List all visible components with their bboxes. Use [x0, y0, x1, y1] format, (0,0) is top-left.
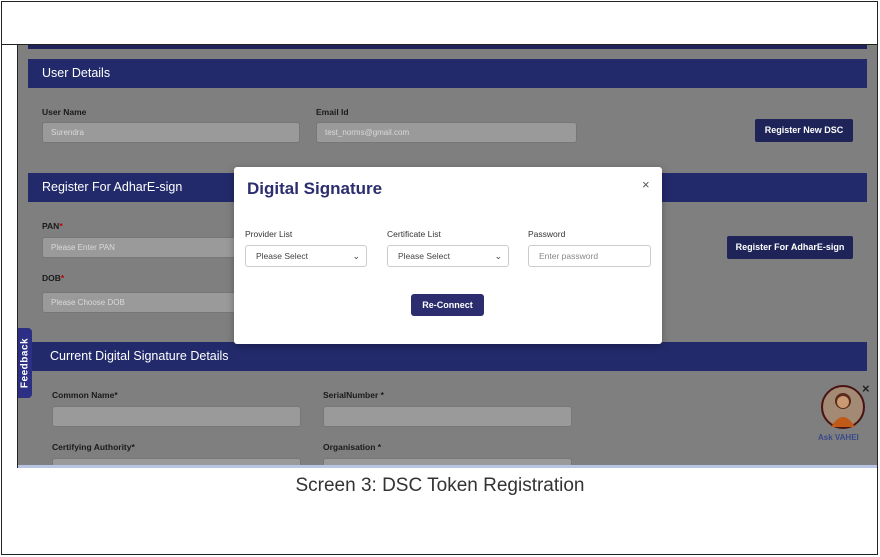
- register-adhar-esign-button[interactable]: Register For AdharE-sign: [727, 236, 853, 259]
- provider-list-label: Provider List: [245, 229, 293, 239]
- register-new-dsc-button[interactable]: Register New DSC: [755, 119, 853, 142]
- current-dsc-header: Current Digital Signature Details: [28, 342, 867, 371]
- email-label: Email Id: [316, 107, 349, 117]
- current-dsc-section: Current Digital Signature Details: [28, 342, 867, 371]
- email-field[interactable]: test_norms@gmail.com: [316, 122, 577, 143]
- dob-label: DOB*: [42, 273, 65, 283]
- common-name-field[interactable]: [52, 406, 301, 427]
- organisation-label: Organisation *: [323, 442, 382, 452]
- username-field[interactable]: Surendra: [42, 122, 300, 143]
- ask-vahei-widget[interactable]: × Ask VAHEI: [816, 381, 872, 455]
- close-icon[interactable]: ×: [642, 177, 650, 192]
- modal-title: Digital Signature: [247, 179, 383, 198]
- provider-list-value: Please Select: [256, 251, 308, 261]
- reconnect-button[interactable]: Re-Connect: [411, 294, 484, 316]
- ask-vahei-label: Ask VAHEI: [818, 433, 859, 442]
- username-label: User Name: [42, 107, 87, 117]
- top-navbar-edge: [28, 45, 867, 49]
- common-name-label: Common Name*: [52, 390, 118, 400]
- chevron-down-icon: ⌄: [494, 251, 502, 261]
- assistant-avatar-icon: [831, 393, 855, 427]
- user-details-header: User Details: [28, 59, 867, 88]
- screenshot-bottom-strip: [18, 465, 877, 468]
- password-label: Password: [528, 229, 566, 239]
- certifying-authority-label: Certifying Authority*: [52, 442, 135, 452]
- vahei-close-icon[interactable]: ×: [862, 381, 870, 396]
- pan-input[interactable]: Please Enter PAN: [42, 237, 242, 258]
- dob-input[interactable]: Please Choose DOB: [42, 292, 242, 313]
- certificate-list-select[interactable]: Please Select ⌄: [387, 245, 509, 267]
- digital-signature-modal: Digital Signature × Provider List Please…: [234, 167, 662, 344]
- serial-number-field[interactable]: [323, 406, 572, 427]
- chevron-down-icon: ⌄: [352, 251, 360, 261]
- figure-caption: Screen 3: DSC Token Registration: [295, 475, 585, 496]
- feedback-label: Feedback: [19, 337, 31, 389]
- provider-list-select[interactable]: Please Select ⌄: [245, 245, 367, 267]
- certificate-list-value: Please Select: [398, 251, 450, 261]
- screenshot-area: User Details User Name Surendra Email Id…: [18, 45, 877, 468]
- vahei-avatar[interactable]: [821, 385, 865, 429]
- feedback-tab[interactable]: Feedback: [18, 328, 32, 398]
- serial-number-label: SerialNumber *: [323, 390, 384, 400]
- user-details-section: User Details: [28, 59, 867, 88]
- pan-label: PAN*: [42, 221, 63, 231]
- certificate-list-label: Certificate List: [387, 229, 441, 239]
- password-input[interactable]: Enter password: [528, 245, 651, 267]
